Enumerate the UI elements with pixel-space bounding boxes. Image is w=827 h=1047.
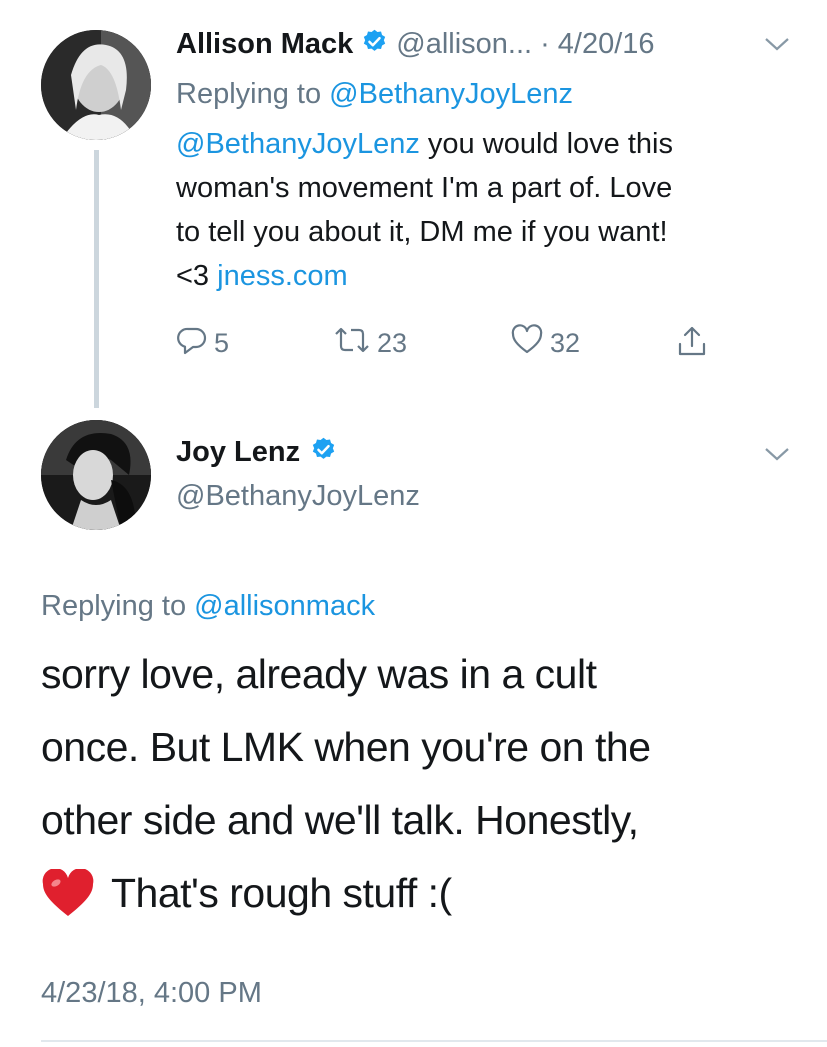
jness-link[interactable]: jness.com (217, 260, 348, 292)
main-tweet-name-row: Joy Lenz (176, 432, 337, 472)
verified-badge-icon (310, 436, 337, 468)
parent-replying-to: Replying to @BethanyJoyLenz (176, 78, 574, 110)
main-replying-to: Replying to @allisonmack (41, 590, 376, 622)
main-tweet-text: sorry love, already was in a cult once. … (41, 638, 651, 930)
reply-count: 5 (214, 328, 230, 358)
retweet-icon (333, 324, 371, 363)
retweet-button[interactable]: 23 (333, 324, 407, 363)
tweet-date[interactable]: 4/20/16 (558, 28, 655, 61)
replying-to-link[interactable]: @BethanyJoyLenz (329, 78, 573, 110)
parent-tweet-text: @BethanyJoyLenz you would love this woma… (176, 128, 673, 292)
date-separator: · (540, 27, 550, 60)
bottom-divider (41, 1040, 827, 1042)
like-count: 32 (550, 328, 581, 358)
tweet-timestamp[interactable]: 4/23/18, 4:00 PM (41, 973, 262, 1013)
avatar-allison-mack[interactable] (41, 30, 151, 140)
avatar-joy-lenz[interactable] (41, 420, 151, 530)
thread-connector-line (94, 150, 99, 408)
author-handle[interactable]: @BethanyJoyLenz (176, 476, 420, 516)
retweet-count: 23 (377, 328, 408, 358)
author-name[interactable]: Allison Mack (176, 28, 353, 61)
verified-badge-icon (361, 28, 388, 60)
caret-menu-icon[interactable] (762, 444, 792, 464)
author-handle[interactable]: @allison... (396, 28, 532, 61)
share-button[interactable] (676, 324, 708, 365)
mention-link[interactable]: @BethanyJoyLenz (176, 128, 420, 160)
share-icon (676, 324, 708, 365)
reply-icon (176, 324, 208, 363)
parent-tweet-header: Allison Mack @allison... · 4/20/16 (176, 24, 655, 64)
reply-button[interactable]: 5 (176, 324, 229, 363)
parent-tweet-actions: 5 23 32 (176, 324, 736, 364)
like-button[interactable]: 32 (510, 324, 580, 363)
red-heart-emoji-icon (41, 867, 95, 919)
author-name[interactable]: Joy Lenz (176, 436, 300, 469)
caret-menu-icon[interactable] (762, 34, 792, 54)
heart-outline-icon (510, 324, 544, 363)
replying-to-link[interactable]: @allisonmack (194, 590, 375, 622)
